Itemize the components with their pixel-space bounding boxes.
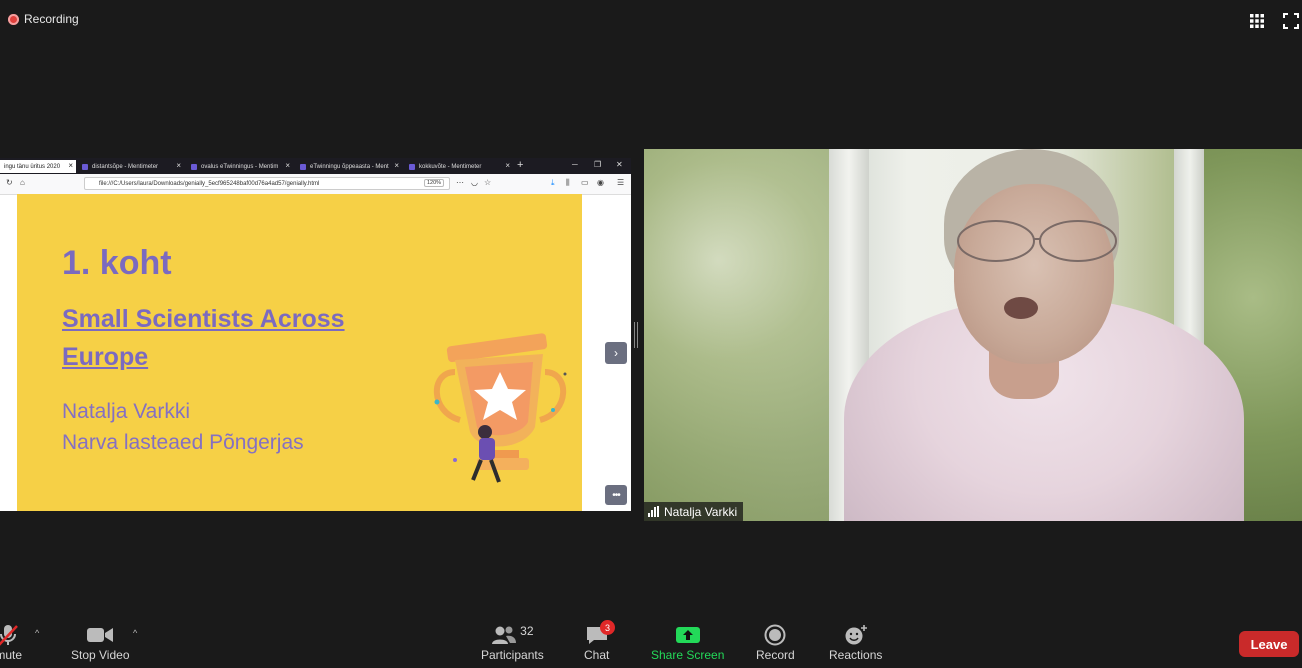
chat-unread-badge: 3: [600, 620, 615, 635]
browser-tab[interactable]: eTwinningu õppeaasta - Ment ×: [296, 160, 402, 173]
foliage-background: [644, 149, 829, 521]
winner-name: Natalja Varkki: [62, 400, 190, 423]
shared-screen: ingu tänu üritus 2020 × distantsõpe - Men…: [0, 158, 631, 511]
reload-icon[interactable]: ↻: [6, 178, 13, 187]
zoom-level[interactable]: 120%: [424, 179, 445, 187]
recording-icon: [8, 13, 19, 25]
split-view-divider[interactable]: [634, 322, 638, 348]
bookmark-star-icon[interactable]: ☆: [484, 178, 491, 187]
participants-label: Participants: [481, 648, 544, 662]
fullscreen-icon[interactable]: [1283, 13, 1299, 29]
audio-options-caret[interactable]: ^: [35, 628, 39, 638]
menu-icon[interactable]: ☰: [617, 178, 624, 187]
chat-label: Chat: [584, 648, 610, 662]
glasses: [957, 220, 1117, 262]
record-label: Record: [756, 648, 795, 662]
person-face: [954, 184, 1114, 364]
unmute-label: Unmute: [0, 648, 23, 662]
person-mouth: [1004, 297, 1038, 319]
share-screen-icon: [675, 622, 700, 648]
recording-label: Recording: [24, 12, 79, 26]
share-screen-button[interactable]: Share Screen: [651, 622, 724, 662]
winner-school: Narva lasteaed Põngerjas: [62, 431, 304, 454]
participant-name-tag: Natalja Varkki: [644, 502, 744, 521]
tab-title: ingu tänu üritus 2020: [4, 163, 61, 170]
chevron-right-icon: ›: [614, 346, 618, 360]
mentimeter-icon: [300, 163, 306, 170]
presentation-slide: 1. koht Small Scientists Across Europe N…: [17, 194, 582, 511]
close-tab-icon[interactable]: ×: [505, 161, 510, 170]
record-icon: [764, 622, 786, 648]
sidebar-icon[interactable]: ▭: [581, 178, 589, 187]
participant-video: [644, 149, 1302, 521]
participant-name: Natalja Varkki: [664, 504, 738, 519]
unmute-button[interactable]: Unmute: [0, 622, 22, 662]
project-line: Small Scientists Across: [62, 305, 345, 333]
slide-title: 1. koht: [62, 244, 172, 282]
pocket-icon[interactable]: ◡: [471, 178, 478, 187]
share-screen-label: Share Screen: [651, 648, 725, 662]
slide-menu-button[interactable]: •••: [605, 485, 627, 505]
video-options-caret[interactable]: ^: [133, 628, 137, 638]
trophy-illustration: [433, 333, 567, 483]
browser-tab[interactable]: distantsõpe - Mentimeter ×: [78, 160, 184, 173]
video-camera-icon: [86, 622, 114, 648]
browser-tab-bar: ingu tänu üritus 2020 × distantsõpe - Men…: [0, 158, 631, 174]
reactions-button[interactable]: Reactions: [829, 622, 882, 662]
browser-tab[interactable]: ovalus eTwinningus - Mentim ×: [187, 160, 293, 173]
participants-count: 32: [520, 624, 534, 638]
more-icon: •••: [612, 489, 620, 501]
mentimeter-icon: [191, 163, 197, 170]
leave-button[interactable]: Leave: [1239, 631, 1299, 657]
mentimeter-icon: [82, 163, 88, 170]
signal-strength-icon: [648, 506, 659, 517]
library-icon[interactable]: ⫼: [566, 178, 570, 188]
close-tab-icon[interactable]: ×: [285, 161, 290, 170]
tab-title: ovalus eTwinningus - Mentim: [201, 163, 279, 170]
record-button[interactable]: Record: [756, 622, 795, 662]
stop-video-button[interactable]: Stop Video: [71, 622, 130, 662]
microphone-muted-icon: [0, 622, 20, 648]
tab-title: distantsõpe - Mentimeter: [92, 163, 159, 170]
participants-button[interactable]: 32 Participants: [481, 622, 544, 662]
restore-icon[interactable]: ❐: [594, 160, 601, 169]
tab-title: kokkuvõte - Mentimeter: [419, 163, 482, 170]
winner-info: Natalja Varkki Narva lasteaed Põngerjas: [62, 396, 304, 458]
close-tab-icon[interactable]: ×: [394, 161, 399, 170]
close-window-icon[interactable]: ✕: [616, 160, 623, 169]
gallery-view-icon[interactable]: [1250, 14, 1264, 28]
browser-tab[interactable]: ingu tänu üritus 2020 ×: [0, 160, 76, 173]
home-icon[interactable]: ⌂: [20, 178, 25, 187]
close-tab-icon[interactable]: ×: [176, 161, 181, 170]
project-line: Europe: [62, 343, 149, 371]
browser-toolbar: ↻ ⌂ file:///C:/Users/laura/Downloads/gen…: [0, 174, 631, 195]
next-slide-button[interactable]: ›: [605, 342, 627, 364]
project-link[interactable]: Small Scientists Across Europe: [62, 300, 382, 376]
page-actions-icon[interactable]: ⋯: [456, 178, 464, 187]
recording-indicator[interactable]: Recording: [8, 12, 79, 26]
reactions-label: Reactions: [829, 648, 883, 662]
close-tab-icon[interactable]: ×: [68, 161, 73, 170]
participants-icon: [492, 626, 517, 644]
participants-icon-row: 32: [491, 622, 534, 648]
new-tab-button[interactable]: +: [517, 159, 523, 171]
tab-title: eTwinningu õppeaasta - Ment: [310, 163, 389, 170]
download-icon[interactable]: ⤓: [551, 178, 555, 188]
reactions-icon: [844, 622, 868, 648]
url-bar[interactable]: file:///C:/Users/laura/Downloads/geniall…: [84, 177, 450, 190]
mentimeter-icon: [409, 163, 415, 170]
stop-video-label: Stop Video: [71, 648, 130, 662]
browser-tab[interactable]: kokkuvõte - Mentimeter ×: [405, 160, 513, 173]
account-icon[interactable]: ◉: [597, 178, 604, 187]
minimize-icon[interactable]: ─: [572, 160, 578, 169]
